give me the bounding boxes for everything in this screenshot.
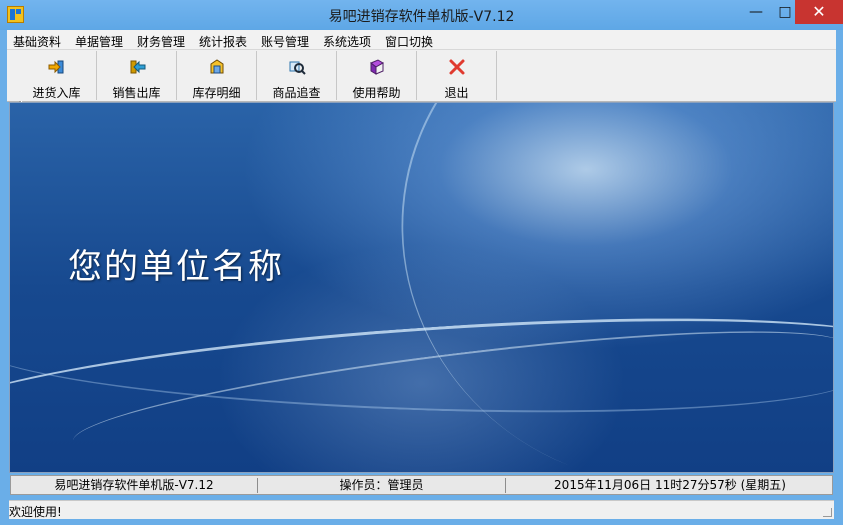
exit-label: 退出 <box>444 86 469 100</box>
application-window: 易吧进销存软件单机版-V7.12 — □ ✕ 基础资料 单据管理 财务管理 统计… <box>0 0 843 525</box>
purchase-in-icon <box>48 60 64 74</box>
help-book-icon <box>370 59 384 75</box>
resize-grip-icon[interactable] <box>823 508 832 517</box>
status-bar: 易吧进销存软件单机版-V7.12 操作员：管理员 2015年11月06日 11时… <box>10 475 833 495</box>
purchase-in-label: 进货入库 <box>32 86 81 100</box>
exit-icon <box>449 59 465 75</box>
product-trace-button[interactable]: 商品追查 <box>257 51 337 100</box>
search-product-icon <box>289 61 306 75</box>
main-toolbar: 进货入库 销售出库 库存明细 商品追查 使用帮助 退出 <box>7 50 836 149</box>
menu-finance[interactable]: 财务管理 <box>137 33 185 50</box>
welcome-message: 欢迎使用! <box>9 505 62 519</box>
status-operator: 操作员：管理员 <box>258 478 506 493</box>
menu-reports[interactable]: 统计报表 <box>199 33 247 50</box>
background-light-streak-secondary <box>10 292 833 426</box>
inventory-detail-button[interactable]: 库存明细 <box>177 51 257 100</box>
help-label: 使用帮助 <box>352 86 401 100</box>
window-title: 易吧进销存软件单机版-V7.12 <box>328 9 515 25</box>
menu-accounts[interactable]: 账号管理 <box>261 33 309 50</box>
inventory-icon <box>210 59 224 74</box>
status-product-name: 易吧进销存软件单机版-V7.12 <box>11 478 258 493</box>
title-bar[interactable]: 易吧进销存软件单机版-V7.12 — □ ✕ <box>0 0 843 30</box>
minimize-button[interactable]: — <box>741 0 771 24</box>
sales-out-button[interactable]: 销售出库 <box>97 51 177 100</box>
sales-out-label: 销售出库 <box>112 86 161 100</box>
inventory-detail-label: 库存明细 <box>192 86 241 100</box>
purchase-in-button[interactable]: 进货入库 <box>17 51 97 100</box>
bottom-message-bar: 欢迎使用! <box>9 500 834 519</box>
company-name: 您的单位名称 <box>68 247 284 287</box>
menu-documents[interactable]: 单据管理 <box>75 33 123 50</box>
product-trace-label: 商品追查 <box>272 86 321 100</box>
sales-out-icon <box>130 60 146 74</box>
main-workspace: 您的单位名称 <box>9 102 834 473</box>
status-datetime: 2015年11月06日 11时27分57秒 (星期五) <box>554 478 786 492</box>
menu-system-options[interactable]: 系统选项 <box>323 33 371 50</box>
menu-window-switch[interactable]: 窗口切换 <box>385 33 433 50</box>
menu-basic-data[interactable]: 基础资料 <box>13 33 61 50</box>
close-button[interactable]: ✕ <box>795 0 843 24</box>
exit-button[interactable]: 退出 <box>417 51 497 100</box>
menu-bar: 基础资料 单据管理 财务管理 统计报表 账号管理 系统选项 窗口切换 <box>7 30 836 50</box>
help-button[interactable]: 使用帮助 <box>337 51 417 100</box>
